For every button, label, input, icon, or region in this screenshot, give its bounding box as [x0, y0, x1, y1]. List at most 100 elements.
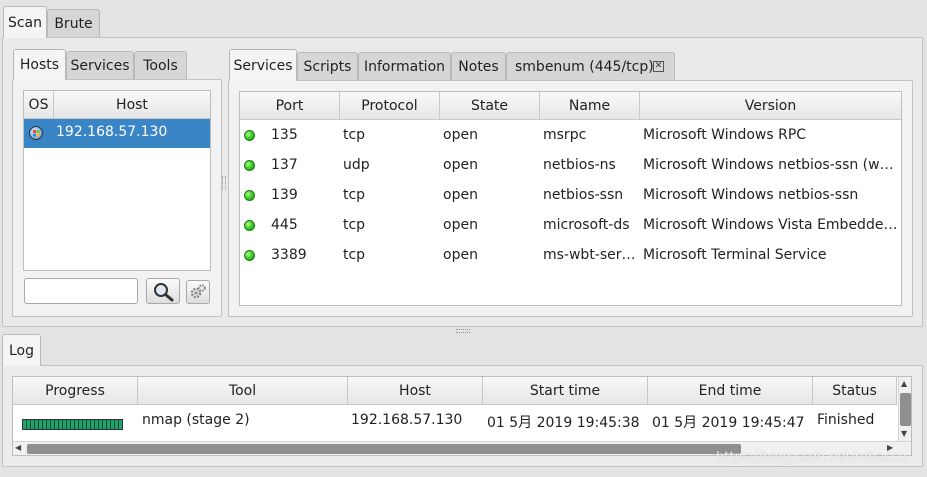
settings-button[interactable]	[186, 280, 210, 304]
version-cell: Microsoft Windows Vista Embedded …	[643, 217, 899, 233]
tab-tools[interactable]: Tools	[134, 51, 187, 79]
column-header-name-label: Name	[568, 97, 611, 114]
column-header-host-log-label: Host	[399, 382, 431, 399]
column-header-end-time-label: End time	[698, 382, 762, 399]
state-cell: open	[443, 187, 478, 203]
search-button[interactable]	[146, 278, 180, 304]
progress-bar	[22, 419, 123, 430]
gear-icon	[190, 284, 206, 299]
column-header-start-time[interactable]: Start time	[483, 377, 648, 405]
port-cell: 135	[271, 127, 298, 143]
protocol-cell: tcp	[343, 187, 366, 203]
service-row[interactable]: 3389 tcp open ms-wbt-ser… Microsoft Term…	[240, 241, 901, 271]
scroll-up-icon[interactable]: ▲	[901, 379, 907, 388]
end-time-cell: 01 5月 2019 19:45:47	[652, 415, 805, 431]
vertical-scrollbar[interactable]: ▲ ▼	[898, 377, 911, 441]
service-row[interactable]: 139 tcp open netbios-ssn Microsoft Windo…	[240, 181, 901, 211]
tab-log[interactable]: Log	[2, 334, 41, 366]
column-header-port[interactable]: Port	[240, 92, 340, 120]
state-cell: open	[443, 127, 478, 143]
host-ip: 192.168.57.130	[56, 124, 168, 140]
column-header-version[interactable]: Version	[640, 92, 901, 120]
close-tab-icon[interactable]: ✕	[653, 61, 664, 72]
tab-scripts[interactable]: Scripts	[297, 52, 358, 80]
port-cell: 139	[271, 187, 298, 203]
tab-services-left[interactable]: Services	[66, 51, 134, 79]
tab-tools-label: Tools	[143, 57, 178, 74]
name-cell: ms-wbt-ser…	[543, 247, 636, 263]
scroll-down-icon[interactable]: ▼	[901, 429, 907, 438]
column-header-os[interactable]: OS	[24, 91, 54, 119]
tab-hosts-label: Hosts	[19, 57, 60, 73]
tab-scan[interactable]: Scan	[3, 6, 47, 38]
name-cell: microsoft-ds	[543, 217, 630, 233]
tab-brute[interactable]: Brute	[47, 9, 100, 37]
search-icon	[154, 283, 174, 302]
host-row-selected[interactable]: 192.168.57.130	[24, 119, 210, 148]
watermark: https://blog.csdn.net/robacco	[716, 450, 907, 465]
service-row[interactable]: 445 tcp open microsoft-ds Microsoft Wind…	[240, 211, 901, 241]
tab-services-label: Services	[233, 57, 293, 74]
column-header-os-label: OS	[28, 96, 49, 113]
version-cell: Microsoft Windows netbios-ssn (wor…	[643, 157, 899, 173]
version-cell: Microsoft Terminal Service	[643, 247, 827, 263]
service-row[interactable]: 135 tcp open msrpc Microsoft Windows RPC	[240, 121, 901, 151]
status-open-icon	[244, 220, 255, 231]
state-cell: open	[443, 247, 478, 263]
column-header-status[interactable]: Status	[813, 377, 897, 405]
column-header-name[interactable]: Name	[540, 92, 640, 120]
windows-os-icon	[29, 126, 43, 140]
status-cell: Finished	[817, 412, 875, 428]
protocol-cell: tcp	[343, 127, 366, 143]
status-open-icon	[244, 130, 255, 141]
tab-scan-label: Scan	[7, 14, 43, 31]
status-open-icon	[244, 160, 255, 171]
column-header-progress[interactable]: Progress	[13, 377, 138, 405]
column-header-port-label: Port	[275, 97, 304, 114]
tool-cell: nmap (stage 2)	[142, 412, 250, 428]
horizontal-splitter-handle[interactable]	[456, 329, 470, 333]
column-header-version-label: Version	[744, 97, 797, 114]
host-cell: 192.168.57.130	[351, 412, 463, 428]
scroll-left-icon[interactable]: ◀	[15, 443, 21, 452]
state-cell: open	[443, 157, 478, 173]
status-open-icon	[244, 250, 255, 261]
tab-brute-label: Brute	[54, 15, 93, 32]
column-header-status-label: Status	[832, 382, 877, 399]
column-header-protocol[interactable]: Protocol	[340, 92, 440, 120]
services-table: Port Protocol State Name Version 135 tcp…	[239, 91, 902, 306]
progress-bar-fill	[23, 420, 122, 429]
vertical-scrollbar-thumb[interactable]	[900, 393, 911, 426]
tab-notes-label: Notes	[458, 58, 499, 75]
column-header-host[interactable]: Host	[54, 91, 210, 119]
tab-hosts[interactable]: Hosts	[13, 49, 66, 80]
column-header-tool-label: Tool	[228, 382, 257, 399]
column-header-state[interactable]: State	[440, 92, 540, 120]
tab-services-left-label: Services	[70, 57, 130, 74]
column-header-host-log[interactable]: Host	[348, 377, 483, 405]
service-row[interactable]: 137 udp open netbios-ns Microsoft Window…	[240, 151, 901, 181]
name-cell: msrpc	[543, 127, 587, 143]
tab-log-label: Log	[8, 342, 34, 359]
column-header-end-time[interactable]: End time	[648, 377, 813, 405]
horizontal-scrollbar-thumb[interactable]	[27, 444, 741, 454]
version-cell: Microsoft Windows RPC	[643, 127, 807, 143]
log-row[interactable]: nmap (stage 2) 192.168.57.130 01 5月 2019…	[13, 406, 897, 436]
column-header-progress-label: Progress	[45, 382, 105, 399]
tab-smbenum[interactable]: smbenum (445/tcp) ✕	[506, 52, 675, 80]
tab-scripts-label: Scripts	[303, 58, 352, 75]
tab-services[interactable]: Services	[229, 49, 297, 81]
host-filter-input[interactable]	[24, 278, 138, 304]
port-cell: 137	[271, 157, 298, 173]
status-open-icon	[244, 190, 255, 201]
name-cell: netbios-ssn	[543, 187, 624, 203]
port-cell: 445	[271, 217, 298, 233]
column-header-tool[interactable]: Tool	[138, 377, 348, 405]
name-cell: netbios-ns	[543, 157, 616, 173]
version-cell: Microsoft Windows netbios-ssn	[643, 187, 859, 203]
tab-notes[interactable]: Notes	[451, 52, 506, 80]
start-time-cell: 01 5月 2019 19:45:38	[487, 415, 640, 431]
column-header-host-label: Host	[116, 96, 148, 113]
tab-information[interactable]: Information	[358, 52, 451, 80]
vertical-splitter-handle[interactable]	[222, 176, 226, 190]
